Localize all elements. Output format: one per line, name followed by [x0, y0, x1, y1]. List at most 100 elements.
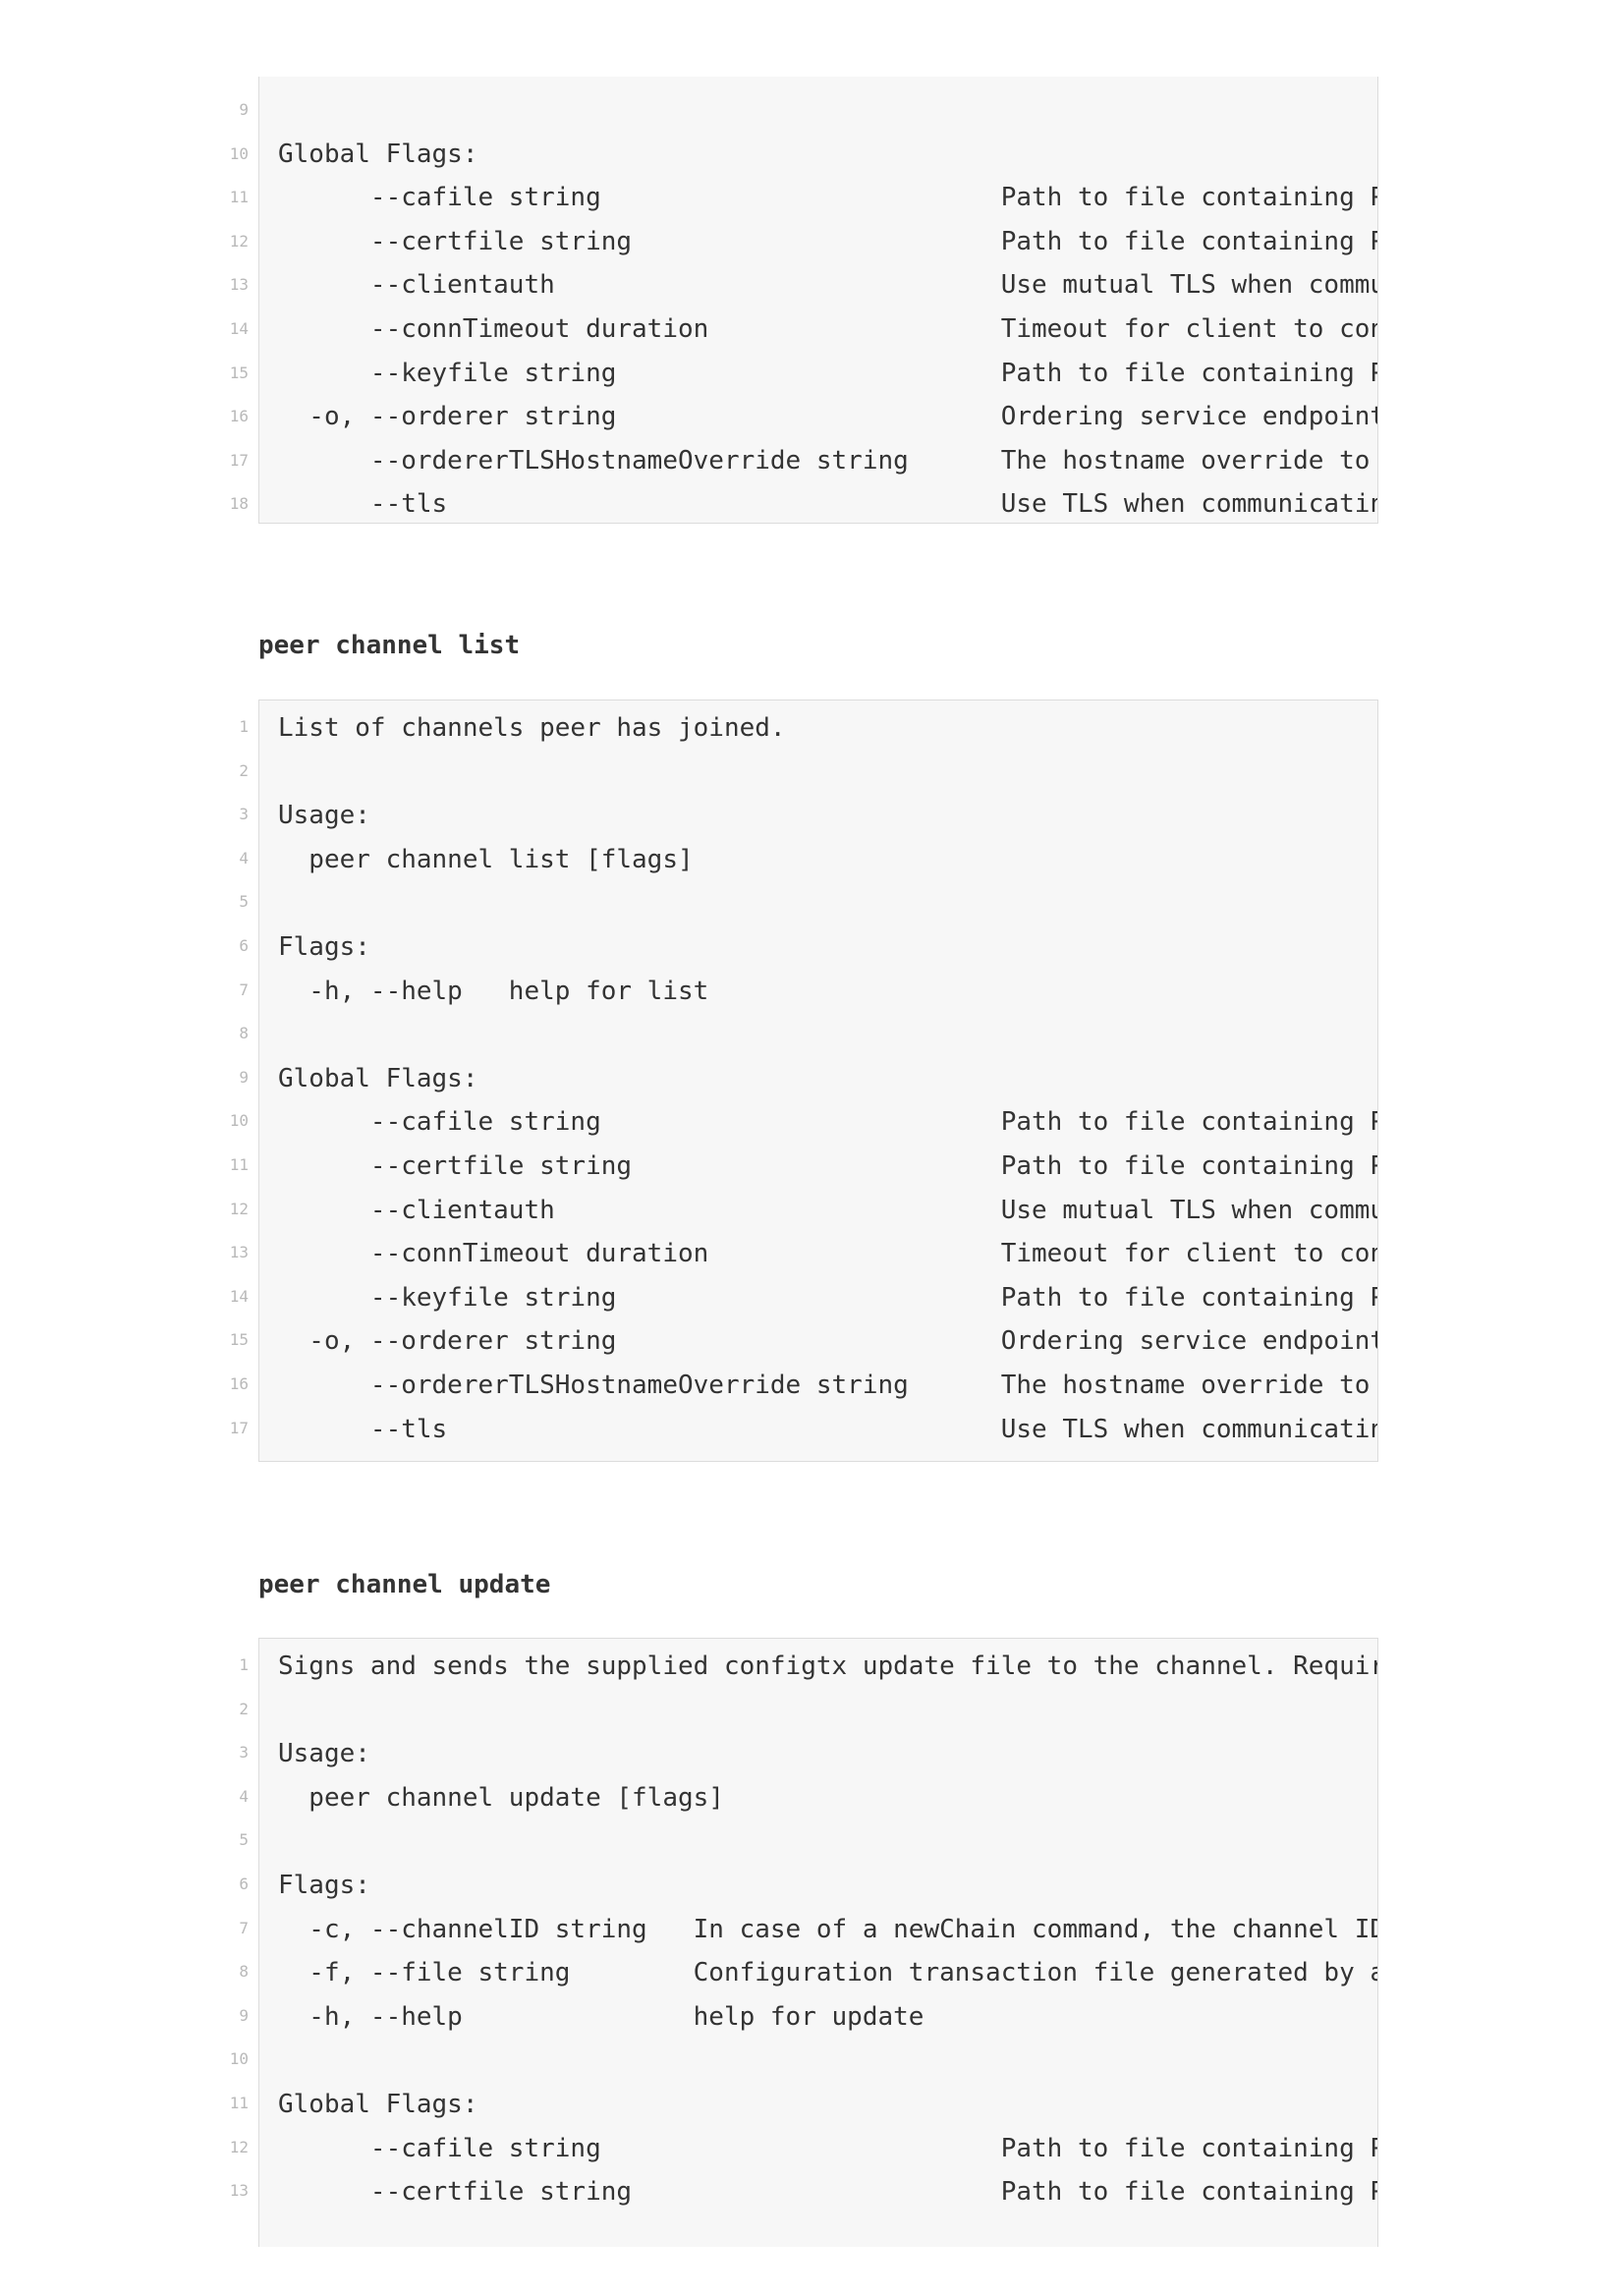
code-text: --connTimeout duration Timeout for clien…	[278, 314, 1377, 344]
code-line: Global Flags:	[259, 133, 1377, 177]
code-block-peer-channel-list: List of channels peer has joined. Usage: …	[258, 700, 1378, 1462]
code-line: --keyfile string Path to file containing…	[259, 1276, 1377, 1320]
code-text: peer channel update [flags]	[278, 1782, 724, 1813]
line-number: 10	[229, 2049, 249, 2069]
code-text: Flags:	[278, 932, 370, 962]
line-number: 16	[229, 407, 249, 426]
code-line: Usage:	[259, 794, 1377, 838]
line-number: 7	[239, 1918, 249, 1937]
line-number-row: 4	[239, 837, 259, 881]
code-line: -h, --help help for list	[259, 970, 1377, 1014]
line-number: 13	[229, 2181, 249, 2201]
line-number: 2	[239, 760, 249, 780]
line-number-row: 13	[230, 263, 259, 308]
code-text: -h, --help help for list	[278, 976, 709, 1006]
code-text: --certfile string Path to file containin…	[278, 2177, 1377, 2208]
line-number: 14	[229, 1286, 249, 1306]
code-text: -f, --file string Configuration transact…	[278, 1958, 1377, 1988]
line-number: 9	[239, 1067, 249, 1087]
code-text: --tls Use TLS when communicating with	[278, 1414, 1377, 1444]
line-number-row: 12	[230, 220, 259, 264]
line-number-row: 9	[239, 1056, 259, 1100]
line-number-row: 16	[230, 395, 259, 439]
code-line: --connTimeout duration Timeout for clien…	[259, 1232, 1377, 1276]
line-number: 9	[239, 2005, 249, 2025]
line-number: 6	[239, 936, 249, 955]
line-number: 11	[229, 2094, 249, 2112]
code-text: Global Flags:	[278, 1063, 478, 1093]
line-number: 15	[229, 1330, 249, 1350]
code-line: --certfile string Path to file containin…	[259, 1145, 1377, 1189]
line-number: 18	[229, 494, 249, 514]
code-line: Usage:	[259, 1732, 1377, 1776]
code-line: --certfile string Path to file containin…	[259, 2170, 1377, 2214]
line-number: 7	[239, 980, 249, 999]
line-number-row: 4	[239, 1775, 259, 1819]
code-line: Signs and sends the supplied configtx up…	[259, 1645, 1377, 1689]
line-number: 4	[239, 848, 249, 868]
code-text: --connTimeout duration Timeout for clien…	[278, 1239, 1377, 1269]
code-line: --clientauth Use mutual TLS when communi…	[259, 1189, 1377, 1233]
line-number: 2	[239, 1699, 249, 1718]
line-number-row: 9	[239, 1994, 259, 2039]
code-line: --tls Use TLS when communicating with	[259, 1408, 1377, 1452]
code-text: Flags:	[278, 1871, 370, 1900]
line-number-row: 14	[230, 308, 259, 352]
line-number: 8	[239, 1024, 249, 1043]
line-number-row: 3	[239, 1731, 259, 1775]
line-number-row: 3	[239, 793, 259, 837]
line-number: 10	[229, 143, 249, 163]
line-number: 12	[229, 2137, 249, 2156]
line-number-row: 10	[230, 1099, 259, 1144]
code-line: --tls Use TLS when communicating with	[259, 482, 1377, 523]
line-number: 12	[229, 1199, 249, 1218]
line-number: 1	[239, 1655, 249, 1674]
code-text: -o, --orderer string Ordering service en…	[278, 402, 1377, 432]
line-number-row: 7	[239, 969, 259, 1013]
line-number: 6	[239, 1875, 249, 1893]
code-text: -h, --help help for update	[278, 2001, 924, 2032]
code-line: List of channels peer has joined.	[259, 706, 1377, 751]
code-line: -o, --orderer string Ordering service en…	[259, 1319, 1377, 1364]
code-line: --clientauth Use mutual TLS when communi…	[259, 263, 1377, 308]
line-number: 5	[239, 892, 249, 912]
code-text: --cafile string Path to file containing …	[278, 183, 1377, 213]
line-number-row: 12	[230, 1188, 259, 1232]
code-line: Global Flags:	[259, 1057, 1377, 1101]
line-number: 13	[229, 1243, 249, 1262]
line-number: 9	[239, 100, 249, 119]
code-line: -f, --file string Configuration transact…	[259, 1951, 1377, 1995]
line-number-row: 16	[230, 1363, 259, 1407]
line-number: 8	[239, 1962, 249, 1982]
line-number-row: 15	[230, 1318, 259, 1363]
code-text: --clientauth Use mutual TLS when communi…	[278, 270, 1377, 301]
code-text: Usage:	[278, 801, 370, 831]
code-text: --ordererTLSHostnameOverride string The …	[278, 1371, 1377, 1400]
line-number-row: 11	[230, 1144, 259, 1188]
line-number-row: 8	[239, 1950, 259, 1994]
code-text: Global Flags:	[278, 2090, 478, 2119]
code-text: --certfile string Path to file containin…	[278, 1151, 1377, 1181]
line-number: 16	[229, 1374, 249, 1393]
code-block-global-flags: Global Flags: --cafile string Path to fi…	[258, 77, 1378, 524]
line-number-row: 15	[230, 352, 259, 396]
section-heading-peer-channel-list: peer channel list	[258, 631, 521, 660]
code-line: --cafile string Path to file containing …	[259, 176, 1377, 220]
line-number-row: 13	[230, 1231, 259, 1275]
line-number-row: 6	[239, 924, 259, 969]
code-line: -c, --channelID string In case of a newC…	[259, 1908, 1377, 1952]
line-number-row: 9	[239, 88, 259, 133]
code-text: --tls Use TLS when communicating with	[278, 489, 1377, 520]
line-number-row: 14	[230, 1275, 259, 1319]
code-text: peer channel list [flags]	[278, 844, 694, 874]
line-number-row: 1	[239, 705, 259, 750]
line-number-row: 10	[230, 2038, 259, 2082]
code-block-peer-channel-update: Signs and sends the supplied configtx up…	[258, 1638, 1378, 2247]
line-number-row: 2	[239, 750, 259, 794]
line-number-row: 8	[239, 1012, 259, 1056]
code-line: --cafile string Path to file containing …	[259, 2127, 1377, 2171]
